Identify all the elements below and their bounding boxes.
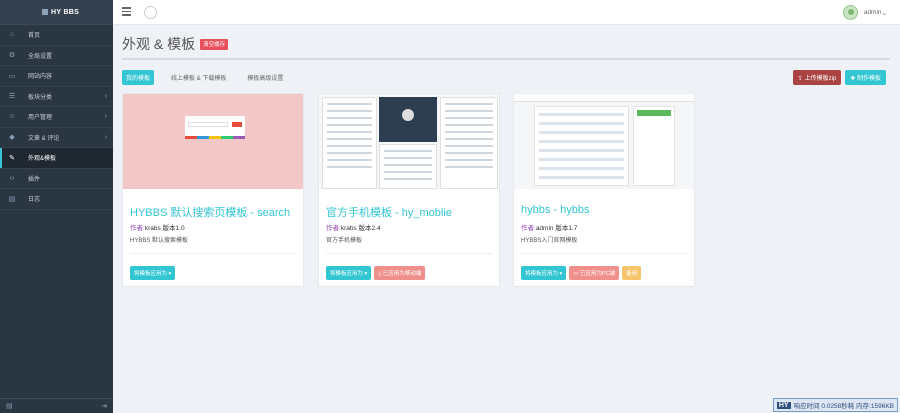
card-buttons: 将模板应用为 ▾ [130, 266, 178, 280]
template-title: 官方手机模板 - hy_moblie [326, 207, 452, 219]
menu-toggle-icon[interactable] [122, 7, 131, 16]
sidebar-nav: ⌂ 首页 ⚙ 全局设置 ▭ 网站内容 ☰ 板块分类 › ☺ 用户管理 › ◆ 文章 & 评论 › … [0, 25, 113, 210]
sidebar: HY BBS ⌂ 首页 ⚙ 全局设置 ▭ 网站内容 ☰ 板块分类 › ☺ 用户管理 › ◆ 文章… [0, 0, 113, 413]
sidebar-item-label: 插件 [28, 176, 41, 183]
tag-icon: ◆ [9, 134, 15, 142]
monitor-icon: ▭ [8, 72, 16, 80]
sidebar-item-logs[interactable]: ▤ 日志 [0, 189, 113, 210]
sidebar-item-label: 文章 & 评论 [28, 135, 60, 142]
title-divider [122, 58, 890, 60]
logout-icon[interactable]: ⇥ [101, 402, 107, 410]
sidebar-log-icon[interactable]: ▤ [6, 402, 13, 410]
card-divider [521, 253, 687, 254]
tab-my-templates[interactable]: 我的模板 [122, 70, 155, 85]
performance-stats: HY 响应时间 0.0258秒耗 内存:1596KB [772, 398, 898, 412]
template-thumbnail [514, 94, 694, 189]
apply-template-button[interactable]: 将模板应用为 ▾ [130, 266, 176, 280]
user-name: admin [863, 9, 882, 16]
sidebar-item-home[interactable]: ⌂ 首页 [0, 25, 113, 46]
tab-advanced-settings[interactable]: 模板高级设置 [243, 70, 287, 85]
applied-mobile-button[interactable]: ▯ 已应用为移动端 [374, 266, 426, 280]
brush-icon: ✎ [9, 154, 15, 162]
sidebar-item-label: 板块分类 [28, 94, 53, 101]
apply-template-button[interactable]: 将模板应用为 ▾ [521, 266, 567, 280]
card-divider [326, 253, 492, 254]
author: krabs [144, 225, 161, 232]
author-label: 作者: [326, 225, 341, 232]
template-title: hybbs - hybbs [521, 204, 590, 216]
sidebar-item-global-settings[interactable]: ⚙ 全局设置 [0, 46, 113, 66]
template-meta: 作者:krabs 版本1.0 [130, 222, 185, 232]
author-label: 作者: [521, 225, 536, 232]
version: 2.4 [371, 225, 381, 232]
spinner-icon [144, 6, 157, 19]
template-description: HYBBS 默认搜索模板 [130, 238, 189, 244]
brand-name: HY BBS [51, 8, 80, 16]
template-meta: 作者:admin 版本1.7 [521, 222, 577, 232]
template-thumbnail [319, 94, 499, 189]
sidebar-item-articles[interactable]: ◆ 文章 & 评论 › [0, 128, 113, 148]
version: 1.7 [568, 225, 578, 232]
list-icon: ☰ [8, 93, 16, 101]
sidebar-item-label: 全局设置 [28, 53, 53, 60]
avatar [842, 5, 858, 20]
version-label: 版本 [358, 225, 372, 232]
template-card-search: HYBBS 默认搜索页模板 - search 作者:krabs 版本1.0 HY… [122, 93, 304, 287]
backup-button[interactable]: 备用 [622, 266, 642, 280]
action-buttons: ⇪ 上传模板zip ✚ 制作模板 [792, 70, 886, 85]
sidebar-item-users[interactable]: ☺ 用户管理 › [0, 107, 113, 128]
brand-logo[interactable]: HY BBS [0, 0, 113, 25]
template-thumbnail [123, 94, 303, 189]
chevron-right-icon: › [104, 133, 107, 141]
template-description: HYBBS入门官网模板 [521, 238, 578, 244]
sidebar-item-label: 首页 [28, 33, 41, 40]
applied-pc-button[interactable]: ▭ 已应用为PC端 [569, 266, 620, 280]
template-meta: 作者:krabs 版本2.4 [326, 222, 381, 232]
sidebar-item-categories[interactable]: ☰ 板块分类 › [0, 87, 113, 107]
sidebar-item-templates[interactable]: ✎ 外观&模板 [0, 148, 113, 169]
sidebar-item-plugins[interactable]: ‹› 插件 [0, 169, 113, 189]
home-icon: ⌂ [9, 31, 15, 39]
main-content: 外观 & 模板 清空缓存 我的模板 线上模板 & 下载模板 模板高级设置 ⇪ 上… [113, 25, 900, 413]
sidebar-item-label: 日志 [28, 197, 41, 204]
template-description: 官方手机模板 [326, 238, 363, 244]
author: admin [535, 225, 554, 232]
chevron-right-icon: › [104, 92, 107, 100]
template-title: HYBBS 默认搜索页模板 - search [130, 207, 291, 219]
version: 1.0 [175, 225, 185, 232]
code-icon: ‹› [9, 174, 15, 182]
gear-icon: ⚙ [8, 52, 16, 60]
template-card-mobile: 官方手机模板 - hy_moblie 作者:krabs 版本2.4 官方手机模板… [318, 93, 500, 287]
card-buttons: 将模板应用为 ▾ ▯ 已应用为移动端 [326, 266, 428, 280]
author-label: 作者: [130, 225, 145, 232]
user-menu[interactable]: admin ⌄ [842, 5, 887, 20]
create-template-button[interactable]: ✚ 制作模板 [845, 70, 886, 85]
sidebar-item-site-content[interactable]: ▭ 网站内容 [0, 66, 113, 87]
apply-template-button[interactable]: 将模板应用为 ▾ [326, 266, 372, 280]
sidebar-item-label: 外观&模板 [28, 156, 57, 163]
template-card-hybbs: hybbs - hybbs 作者:admin 版本1.7 HYBBS入门官网模板… [513, 93, 695, 287]
version-label: 版本 [555, 225, 569, 232]
page-header: 外观 & 模板 清空缓存 [122, 34, 229, 54]
chevron-right-icon: › [104, 113, 107, 121]
upload-template-button[interactable]: ⇪ 上传模板zip [792, 70, 842, 85]
sidebar-item-label: 网站内容 [28, 74, 53, 81]
tab-online-templates[interactable]: 线上模板 & 下载模板 [167, 70, 230, 85]
topbar: admin ⌄ [113, 0, 900, 25]
log-icon: ▤ [8, 195, 16, 203]
author: krabs [340, 225, 357, 232]
chevron-down-icon: ⌄ [881, 9, 887, 17]
sidebar-item-label: 用户管理 [28, 115, 53, 122]
page-title: 外观 & 模板 [122, 36, 196, 52]
stats-text: 响应时间 0.0258秒耗 内存:1596KB [793, 403, 894, 410]
card-divider [130, 253, 296, 254]
users-icon: ☺ [8, 113, 16, 121]
logo-icon [42, 9, 48, 15]
sidebar-bottom: ▤ ⇥ [0, 398, 113, 413]
card-buttons: 将模板应用为 ▾ ▭ 已应用为PC端 备用 [521, 266, 644, 280]
version-label: 版本 [162, 225, 176, 232]
template-tabs: 我的模板 线上模板 & 下载模板 模板高级设置 [122, 70, 300, 85]
clear-cache-button[interactable]: 清空缓存 [200, 38, 229, 50]
hy-logo: HY [776, 401, 791, 409]
